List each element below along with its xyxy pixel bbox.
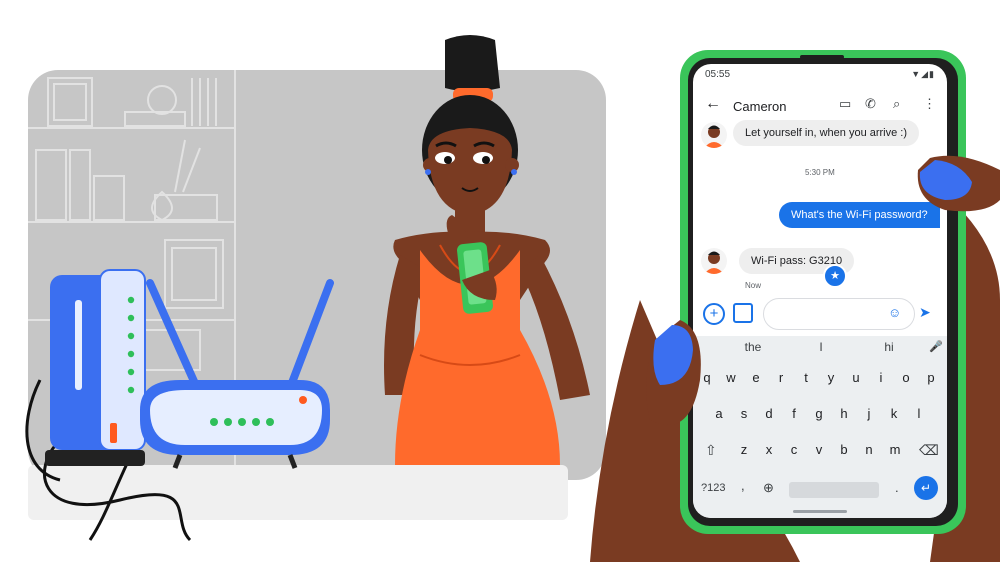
message-status: Now: [745, 281, 762, 290]
status-bar: 05:55 ▼◢▮: [693, 64, 947, 86]
microphone-icon[interactable]: 🎤: [929, 340, 943, 353]
key[interactable]: f: [784, 406, 804, 421]
message-timestamp: 5:30 PM: [805, 168, 835, 177]
key[interactable]: t: [796, 370, 816, 385]
key[interactable]: e: [746, 370, 766, 385]
key[interactable]: d: [759, 406, 779, 421]
key[interactable]: k: [884, 406, 904, 421]
key[interactable]: a: [709, 406, 729, 421]
on-screen-keyboard: the I hi 🎤 q w e r t y u i o p a s d f g…: [693, 336, 947, 518]
shift-icon[interactable]: ⇧: [705, 442, 717, 459]
key[interactable]: j: [859, 406, 879, 421]
key[interactable]: w: [721, 370, 741, 385]
message-bubble-incoming[interactable]: Let yourself in, when you arrive :): [733, 120, 920, 146]
enter-key[interactable]: ↵: [914, 476, 938, 500]
back-arrow-icon[interactable]: ←: [705, 95, 721, 113]
key[interactable]: p: [921, 370, 941, 385]
suggestion-chip[interactable]: hi: [859, 340, 919, 358]
key[interactable]: m: [885, 442, 905, 457]
emoji-icon[interactable]: ☺: [888, 305, 901, 320]
status-icons: ▼◢▮: [911, 69, 935, 79]
floor: [28, 465, 568, 520]
globe-icon[interactable]: ⊕: [763, 480, 774, 496]
key[interactable]: z: [734, 442, 754, 457]
key[interactable]: x: [759, 442, 779, 457]
key[interactable]: u: [846, 370, 866, 385]
contact-avatar: [701, 122, 727, 148]
video-call-icon[interactable]: ▭: [839, 96, 851, 112]
phone-call-icon[interactable]: ✆: [865, 96, 876, 112]
key[interactable]: s: [734, 406, 754, 421]
key[interactable]: i: [871, 370, 891, 385]
more-options-icon[interactable]: ⋮: [923, 96, 936, 112]
key[interactable]: q: [697, 370, 717, 385]
search-icon[interactable]: ⌕: [893, 96, 900, 112]
key[interactable]: g: [809, 406, 829, 421]
contact-avatar: [701, 248, 727, 274]
comma-key[interactable]: ,: [741, 478, 745, 493]
add-attachment-icon[interactable]: +: [703, 303, 725, 325]
key[interactable]: c: [784, 442, 804, 457]
key[interactable]: h: [834, 406, 854, 421]
spacebar[interactable]: [789, 482, 879, 498]
symbols-key[interactable]: ?123: [701, 482, 725, 494]
phone-screen: 05:55 ▼◢▮ ← Cameron ▭ ✆ ⌕ ⋮ Let yourself…: [693, 64, 947, 518]
star-icon[interactable]: ★: [823, 264, 847, 288]
backspace-icon[interactable]: ⌫: [919, 442, 939, 459]
gallery-icon[interactable]: [733, 303, 753, 323]
conversation-header: ← Cameron ▭ ✆ ⌕ ⋮: [693, 92, 947, 122]
send-icon[interactable]: ➤: [919, 304, 931, 321]
suggestion-chip[interactable]: the: [723, 340, 783, 358]
key[interactable]: y: [821, 370, 841, 385]
key[interactable]: r: [771, 370, 791, 385]
navigation-pill[interactable]: [793, 510, 847, 513]
suggestion-chip[interactable]: I: [791, 340, 851, 358]
key[interactable]: b: [834, 442, 854, 457]
key[interactable]: v: [809, 442, 829, 457]
message-bubble-outgoing[interactable]: What's the Wi-Fi password?: [779, 202, 940, 228]
status-time: 05:55: [705, 69, 731, 80]
modem: [45, 269, 146, 466]
key[interactable]: o: [896, 370, 916, 385]
key[interactable]: n: [859, 442, 879, 457]
compose-bar: + ☺ ➤: [693, 294, 947, 334]
period-key[interactable]: .: [895, 480, 899, 495]
key[interactable]: l: [909, 406, 929, 421]
contact-name: Cameron: [733, 99, 787, 114]
